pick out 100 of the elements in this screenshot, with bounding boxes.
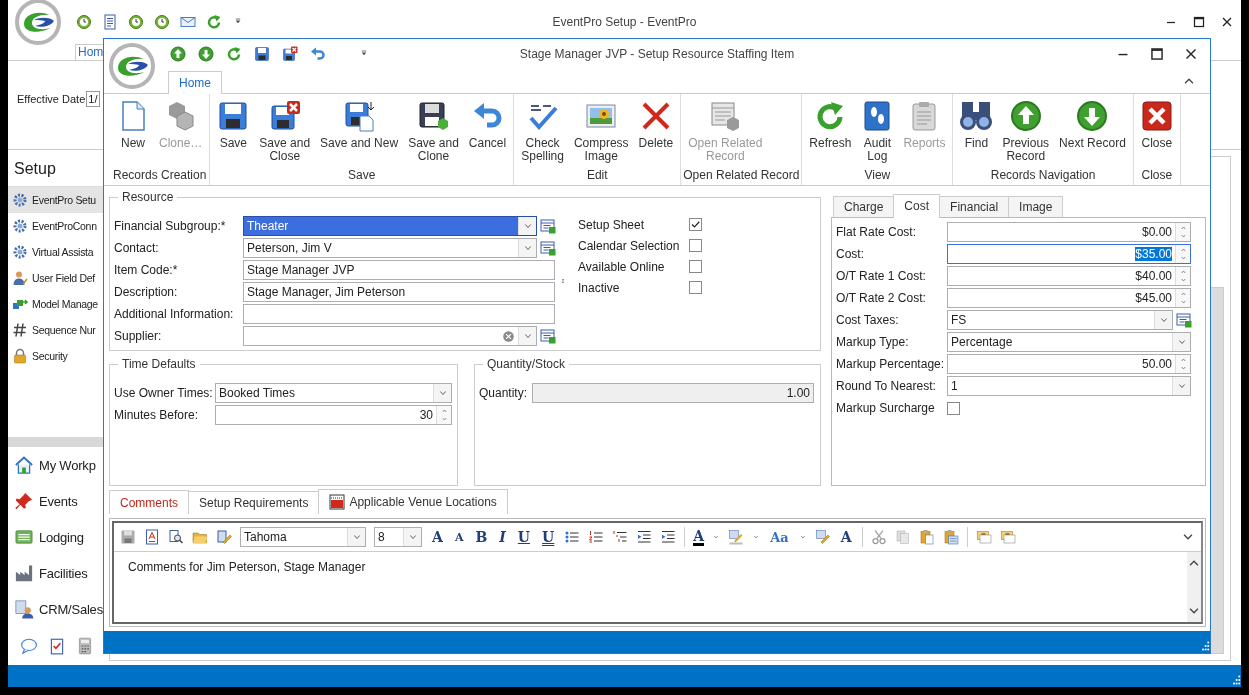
checkbox[interactable]	[689, 281, 702, 294]
tab[interactable]: Image	[1008, 196, 1064, 217]
refresh-icon[interactable]	[226, 46, 242, 62]
dropdown-field[interactable]: FS	[947, 310, 1173, 330]
mail-icon[interactable]	[180, 14, 196, 30]
dropdown-field[interactable]	[243, 326, 537, 346]
font-dropdown[interactable]: Tahoma	[240, 527, 366, 547]
refresh-icon[interactable]	[206, 14, 222, 30]
nav-item[interactable]: CRM/Sales	[8, 591, 103, 627]
sidebar-item[interactable]: Virtual Assista	[8, 239, 103, 265]
format-button[interactable]: Aa	[768, 529, 791, 545]
multilevel-list-icon[interactable]	[612, 529, 629, 545]
dropdown-field[interactable]: Theater	[243, 216, 537, 236]
checkbox[interactable]	[689, 260, 702, 273]
maximize-icon[interactable]	[1191, 14, 1207, 30]
checkbox[interactable]	[689, 218, 702, 231]
find-icon[interactable]	[168, 529, 184, 545]
format-button[interactable]: A	[430, 529, 445, 545]
dropdown-field[interactable]: Booked Times	[215, 383, 452, 403]
document-icon[interactable]	[102, 14, 118, 30]
clock-icon[interactable]	[128, 14, 144, 30]
dropdown-field[interactable]: 1	[947, 376, 1191, 396]
ribbon-button[interactable]: Save and New	[315, 98, 404, 168]
floppy-disk-close-icon[interactable]	[282, 46, 298, 62]
outdent-icon[interactable]	[636, 529, 653, 545]
clock-icon[interactable]	[76, 14, 92, 30]
highlight-pen-icon[interactable]	[728, 529, 745, 545]
date-field[interactable]: 1/	[86, 91, 101, 107]
nav-item[interactable]: Events	[8, 483, 103, 519]
tab[interactable]: Cost	[893, 194, 941, 218]
ribbon-button[interactable]: Save and Close	[254, 98, 316, 168]
checklist-icon[interactable]	[48, 637, 66, 655]
nav-item[interactable]: Lodging	[8, 519, 103, 555]
text-field[interactable]: Stage Manager, Jim Peterson	[243, 282, 555, 302]
checkbox[interactable]	[947, 401, 960, 415]
dropdown-field[interactable]: Percentage	[947, 332, 1191, 352]
ribbon-button[interactable]: Find	[955, 98, 998, 168]
format-button[interactable]: A	[452, 530, 466, 544]
ribbon-tab[interactable]: Home	[168, 71, 222, 94]
sidebar-item[interactable]: Security	[8, 343, 103, 369]
dropdown-field[interactable]: Peterson, Jim V	[243, 238, 537, 258]
format-button[interactable]: U	[540, 529, 557, 545]
clock-icon[interactable]	[154, 14, 170, 30]
ribbon-button[interactable]: New	[112, 98, 154, 168]
lookup-grid-icon[interactable]	[1176, 312, 1192, 328]
ribbon-button[interactable]: Save	[212, 98, 255, 168]
spelling-pen-icon[interactable]	[814, 529, 831, 545]
number-field[interactable]: $40.00	[947, 266, 1191, 286]
tab[interactable]: Applicable Venue Locations	[318, 489, 508, 514]
number-field[interactable]: $45.00	[947, 288, 1191, 308]
number-field[interactable]: 50.00	[947, 354, 1191, 374]
sidebar-item[interactable]: Model Manage	[8, 291, 103, 317]
ribbon-button[interactable]: Audit Log	[856, 98, 899, 168]
number-field[interactable]: $35.00	[947, 244, 1191, 264]
dropdown-caret-icon[interactable]	[798, 533, 807, 541]
format-button[interactable]: I	[497, 529, 508, 545]
sidebar-item[interactable]: Sequence Nur	[8, 317, 103, 343]
number-field[interactable]: 30	[215, 405, 452, 425]
cut-icon[interactable]	[870, 529, 887, 545]
ribbon-button[interactable]: Delete	[633, 98, 679, 168]
format-button[interactable]: A	[838, 529, 854, 545]
ribbon-button[interactable]: Check Spelling	[516, 98, 569, 168]
ribbon-button[interactable]: Save and Clone	[403, 98, 464, 168]
bullet-list-icon[interactable]	[564, 529, 581, 545]
undo-arrow-icon[interactable]	[310, 46, 326, 62]
nav-item[interactable]: Facilities	[8, 555, 103, 591]
up-arrow-circle-icon[interactable]	[170, 46, 186, 62]
speech-bubble-icon[interactable]	[20, 637, 38, 655]
nav-item[interactable]: My Workp	[8, 447, 103, 483]
dropdown-caret-icon[interactable]	[712, 533, 721, 541]
text-field[interactable]: Stage Manager JVP	[243, 260, 555, 280]
maximize-icon[interactable]	[1148, 45, 1166, 63]
lookup-grid-icon[interactable]	[540, 240, 556, 256]
format-button[interactable]: A	[693, 528, 705, 546]
paste-icon[interactable]	[918, 529, 935, 545]
ribbon-button[interactable]: Compress Image	[568, 98, 634, 168]
field-icon[interactable]	[975, 529, 992, 545]
format-button[interactable]: U	[515, 529, 533, 545]
page-pen-icon[interactable]	[216, 529, 232, 545]
numbered-list-icon[interactable]	[588, 529, 605, 545]
tab[interactable]: Charge	[833, 196, 895, 217]
sidebar-item[interactable]: EventProConn	[8, 213, 103, 239]
document-icon[interactable]	[144, 529, 160, 545]
paste-special-icon[interactable]	[942, 529, 959, 545]
font-size-dropdown[interactable]: 8	[374, 527, 422, 547]
field-icon[interactable]	[999, 529, 1016, 545]
tab[interactable]: Financial	[939, 196, 1010, 217]
lookup-grid-icon[interactable]	[540, 218, 556, 234]
text-field[interactable]: 1.00	[532, 383, 814, 403]
indent-icon[interactable]	[660, 529, 677, 545]
folder-icon[interactable]	[192, 529, 208, 545]
number-field[interactable]: $0.00	[947, 222, 1191, 242]
ribbon-button[interactable]: Next Record	[1054, 98, 1131, 168]
checkbox[interactable]	[689, 239, 702, 252]
down-arrow-circle-icon[interactable]	[198, 46, 214, 62]
logo[interactable]	[14, 0, 62, 46]
ribbon-button[interactable]: Previous Record	[997, 98, 1055, 168]
sidebar-item[interactable]: EventPro Setu	[8, 187, 103, 213]
dropdown-caret-icon[interactable]	[752, 533, 761, 541]
scrollbar[interactable]	[1187, 552, 1201, 622]
